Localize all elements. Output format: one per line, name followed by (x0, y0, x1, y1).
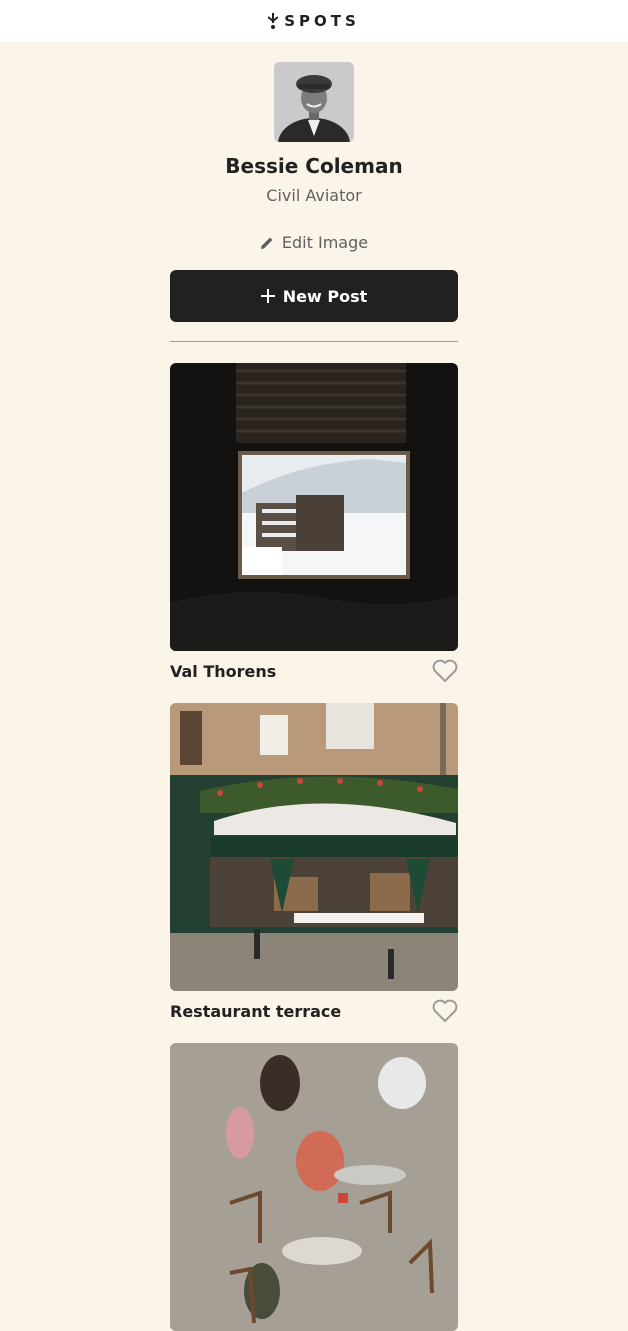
card (170, 1043, 458, 1331)
card-title: Restaurant terrace (170, 1001, 342, 1021)
new-post-button[interactable]: New Post (170, 270, 458, 322)
card: Val Thorens (170, 363, 458, 691)
heart-icon (432, 999, 458, 1022)
like-button[interactable] (432, 999, 458, 1023)
restaurant-facade-photo (170, 703, 458, 991)
heart-icon (432, 659, 458, 682)
new-post-label: New Post (282, 286, 368, 306)
window-snowy-mountain-photo (170, 363, 458, 651)
card-title: Val Thorens (170, 661, 277, 681)
avatar-portrait (274, 62, 354, 142)
profile-name: Bessie Coleman (225, 154, 403, 178)
avatar (274, 62, 354, 142)
card-footer: Restaurant terrace (170, 991, 458, 1031)
top-header: SPOTS (0, 0, 628, 42)
edit-image-button[interactable]: Edit Image (260, 233, 368, 252)
edit-image-label: Edit Image (281, 233, 369, 252)
spots-logo[interactable]: SPOTS (268, 12, 360, 30)
profile-section: Bessie Coleman Civil Aviator Edit Image (0, 42, 628, 252)
profile-description: Civil Aviator (266, 186, 362, 205)
logo-text: SPOTS (284, 12, 360, 30)
divider (170, 341, 458, 342)
card-image[interactable] (170, 1043, 458, 1331)
spots-logo-icon (268, 13, 279, 29)
card-image[interactable] (170, 363, 458, 651)
pencil-icon (260, 237, 273, 249)
plus-icon (260, 289, 275, 303)
card: Restaurant terrace (170, 703, 458, 1031)
card-image[interactable] (170, 703, 458, 991)
like-button[interactable] (432, 659, 458, 683)
card-footer: Val Thorens (170, 651, 458, 691)
cafe-terrace-crowd-photo (170, 1043, 458, 1331)
